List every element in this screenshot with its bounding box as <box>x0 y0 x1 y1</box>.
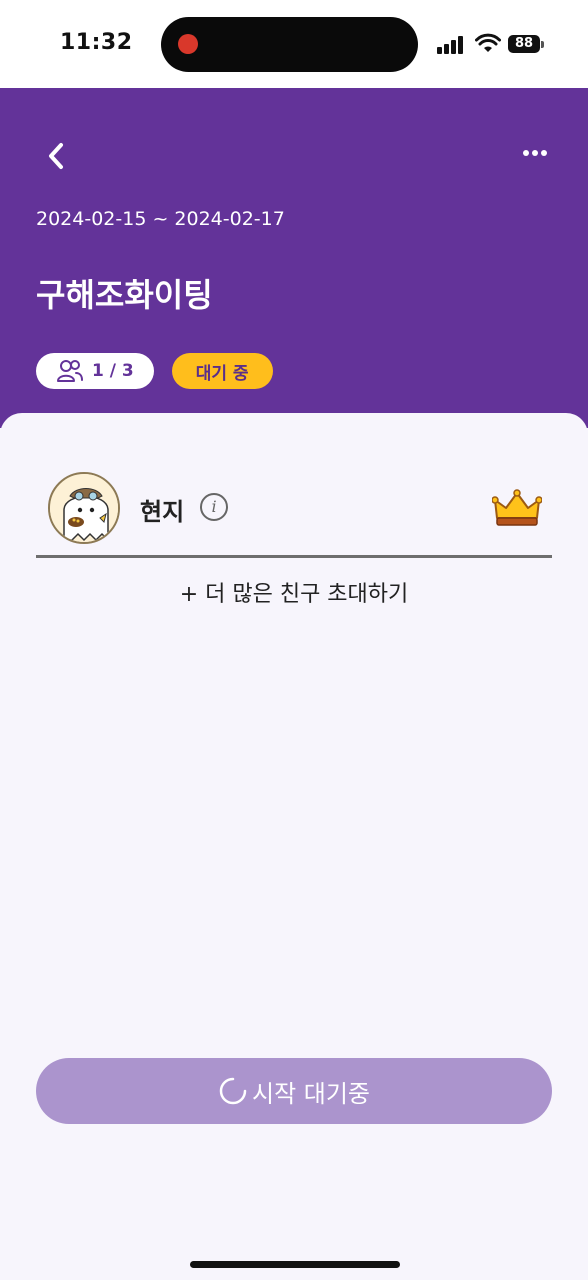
more-icon <box>523 150 547 156</box>
home-indicator[interactable] <box>190 1261 400 1268</box>
crown-icon <box>492 489 542 526</box>
info-icon[interactable]: i <box>200 493 228 521</box>
ghost-avatar-icon <box>50 474 118 542</box>
status-icons: 88 <box>437 33 547 55</box>
battery-icon: 88 <box>508 35 540 53</box>
member-count-text: 1 / 3 <box>92 361 134 381</box>
recording-indicator-icon <box>178 34 198 54</box>
status-badge: 대기 중 <box>171 353 273 389</box>
member-list-panel: 현지 i + 더 많은 친구 초대하기 <box>0 413 588 1280</box>
member-count-badge: 1 / 3 <box>36 353 154 389</box>
more-options-button[interactable] <box>510 138 560 168</box>
cellular-signal-icon <box>437 36 465 54</box>
battery-tip <box>541 41 544 48</box>
member-row[interactable]: 현지 i <box>36 470 552 558</box>
room-title: 구해조화이팅 <box>36 276 213 314</box>
status-time: 11:32 <box>60 30 133 55</box>
member-name: 현지 <box>140 498 185 526</box>
date-range: 2024-02-15 ~ 2024-02-17 <box>36 208 285 230</box>
header-badges: 1 / 3 대기 중 <box>36 353 273 389</box>
back-button[interactable] <box>36 136 76 176</box>
back-chevron-icon <box>49 143 63 169</box>
wifi-icon <box>475 33 501 52</box>
people-icon <box>57 360 83 382</box>
avatar[interactable] <box>48 472 120 544</box>
start-button-label: 시작 대기중 <box>251 1079 371 1108</box>
start-waiting-button[interactable]: 시작 대기중 <box>36 1058 552 1124</box>
dynamic-island <box>161 17 418 72</box>
spinner-icon <box>219 1077 247 1105</box>
room-header: 2024-02-15 ~ 2024-02-17 구해조화이팅 1 / 3 대기 … <box>0 88 588 428</box>
status-bar: 11:32 88 <box>0 0 588 88</box>
invite-friends-link[interactable]: + 더 많은 친구 초대하기 <box>0 576 588 608</box>
